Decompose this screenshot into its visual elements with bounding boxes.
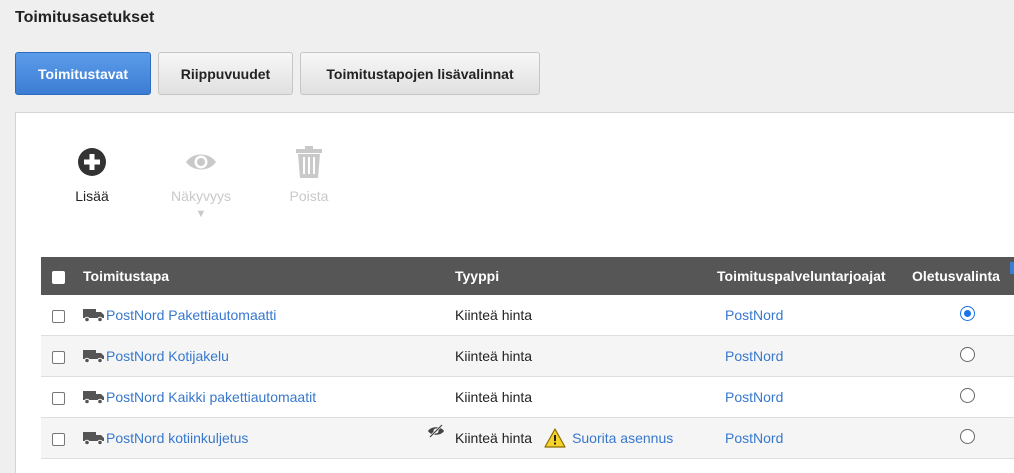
provider-link[interactable]: PostNord — [725, 430, 783, 446]
select-all-cell — [41, 257, 76, 295]
tab-dependencies[interactable]: Riippuvuudet — [158, 52, 293, 95]
visibility-label: Näkyvyys — [171, 188, 231, 204]
truck-icon — [83, 432, 104, 445]
default-radio[interactable] — [959, 347, 975, 362]
delete-label: Poista — [289, 188, 329, 204]
table-header-row: Toimitustapa Tyyppi Toimituspalveluntarj… — [41, 257, 1014, 295]
type-text: Kiinteä hinta — [455, 389, 533, 405]
delivery-methods-table: Toimitustapa Tyyppi Toimituspalveluntarj… — [41, 257, 1014, 459]
column-header-type[interactable]: Tyyppi — [448, 257, 710, 295]
tab-bar: Toimitustavat Riippuvuudet Toimitustapoj… — [15, 52, 547, 95]
content-panel: Lisää Näkyvyys ▼ Poista Toimitustapa Tyy… — [15, 112, 1014, 473]
default-radio[interactable] — [959, 306, 975, 321]
add-label: Lisää — [75, 188, 109, 204]
page-title: Toimitusasetukset — [15, 9, 155, 26]
type-text: Kiinteä hinta — [455, 348, 533, 364]
row-checkbox[interactable] — [52, 391, 65, 405]
table-row[interactable]: PostNord Kaikki pakettiautomaatit Kiinte… — [41, 376, 1014, 418]
provider-link[interactable]: PostNord — [725, 389, 783, 405]
select-all-checkbox[interactable] — [52, 270, 65, 284]
delivery-method-link[interactable]: PostNord Pakettiautomaatti — [106, 307, 276, 323]
delivery-method-link[interactable]: PostNord Kotijakelu — [106, 348, 229, 364]
provider-link[interactable]: PostNord — [725, 307, 783, 323]
warning-icon — [544, 428, 566, 448]
row-checkbox[interactable] — [52, 350, 65, 364]
default-radio[interactable] — [959, 388, 975, 403]
tab-delivery-methods[interactable]: Toimitustavat — [15, 52, 151, 95]
default-radio[interactable] — [959, 429, 975, 444]
plus-circle-icon — [47, 145, 137, 179]
truck-icon — [83, 309, 104, 322]
type-text: Kiinteä hinta — [455, 430, 533, 446]
column-header-providers[interactable]: Toimituspalveluntarjoajat — [710, 257, 912, 295]
truck-icon — [83, 350, 104, 363]
table-row[interactable]: PostNord kotiinkuljetus Kiinteä hinta Su… — [41, 417, 1014, 459]
table-row[interactable]: PostNord Pakettiautomaatti Kiinteä hinta… — [41, 295, 1014, 336]
chevron-down-icon: ▼ — [195, 208, 207, 220]
type-text: Kiinteä hinta — [455, 307, 533, 323]
column-header-name[interactable]: Toimitustapa — [76, 257, 448, 295]
add-button[interactable]: Lisää — [47, 145, 137, 204]
eye-icon — [156, 145, 246, 179]
tab-delivery-options[interactable]: Toimitustapojen lisävalinnat — [300, 52, 540, 95]
delivery-method-link[interactable]: PostNord Kaikki pakettiautomaatit — [106, 389, 316, 405]
row-checkbox[interactable] — [52, 432, 65, 446]
delete-button[interactable]: Poista — [264, 145, 354, 204]
row-checkbox[interactable] — [52, 309, 65, 323]
eye-slash-icon — [428, 424, 444, 438]
install-link[interactable]: Suorita asennus — [572, 430, 673, 446]
provider-link[interactable]: PostNord — [725, 348, 783, 364]
delivery-method-link[interactable]: PostNord kotiinkuljetus — [106, 430, 248, 446]
column-edge-marker — [1010, 262, 1014, 274]
column-header-default[interactable]: Oletusvalinta — [912, 257, 1014, 295]
table-row[interactable]: PostNord Kotijakelu Kiinteä hinta PostNo… — [41, 335, 1014, 377]
trash-icon — [264, 145, 354, 179]
visibility-button[interactable]: Näkyvyys ▼ — [156, 145, 246, 220]
truck-icon — [83, 391, 104, 404]
